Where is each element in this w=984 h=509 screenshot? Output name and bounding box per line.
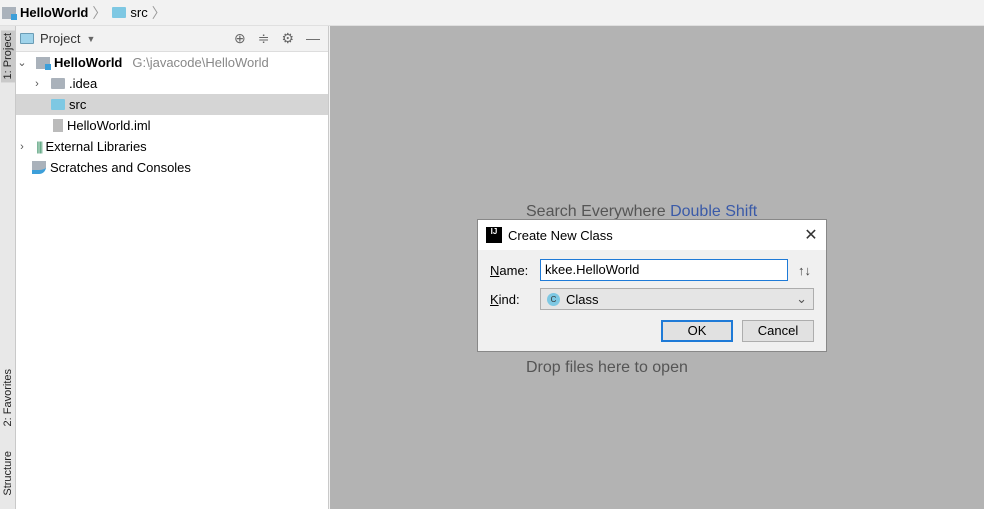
view-selector[interactable]: Project bbox=[40, 31, 80, 46]
breadcrumb-src[interactable]: src bbox=[110, 5, 148, 20]
chevron-down-icon[interactable]: ⌄ bbox=[16, 56, 28, 69]
tree-item-iml[interactable]: HelloWorld.iml bbox=[16, 115, 328, 136]
folder-icon bbox=[51, 99, 65, 110]
class-icon: C bbox=[547, 292, 560, 306]
name-row: Name: kkee.HelloWorld ↑↓ bbox=[490, 259, 811, 281]
drop-files-hint: Drop files here to open bbox=[526, 359, 688, 376]
project-panel-header: Project ▼ ⊕ ≑ ⚙ — bbox=[16, 26, 328, 52]
module-icon bbox=[2, 6, 17, 20]
tool-tab-structure[interactable]: Structure bbox=[1, 448, 15, 499]
tree-item-root[interactable]: ⌄ HelloWorld G:\javacode\HelloWorld bbox=[16, 52, 328, 73]
scratches-icon bbox=[32, 161, 46, 174]
locate-icon[interactable]: ⊕ bbox=[234, 30, 246, 47]
module-icon bbox=[36, 56, 51, 70]
chevron-right-icon[interactable]: › bbox=[31, 78, 43, 90]
kind-label: Kind: bbox=[490, 291, 520, 307]
tree-item-external-libraries[interactable]: › |||| External Libraries bbox=[16, 136, 328, 157]
minimize-icon[interactable]: — bbox=[306, 30, 320, 47]
create-new-class-dialog: IJ Create New Class ✕ Name: kkee.HelloWo… bbox=[477, 219, 827, 352]
project-panel: Project ▼ ⊕ ≑ ⚙ — ⌄ HelloWorld G:\javacode… bbox=[16, 26, 329, 509]
cancel-button[interactable]: Cancel bbox=[742, 320, 814, 342]
name-label: Name: bbox=[490, 262, 529, 278]
library-icon: |||| bbox=[36, 139, 43, 154]
ok-button[interactable]: OK bbox=[661, 320, 733, 342]
tool-window-strip: 1: Project 2: Favorites Structure bbox=[0, 26, 16, 509]
chevron-right-icon: 〉 bbox=[92, 4, 107, 21]
folder-icon bbox=[51, 78, 65, 89]
chevron-right-icon: 〉 bbox=[151, 4, 166, 21]
collapse-all-icon[interactable]: ≑ bbox=[258, 30, 270, 47]
name-input[interactable]: kkee.HelloWorld bbox=[540, 259, 788, 281]
tree-item-idea[interactable]: › .idea bbox=[16, 73, 328, 94]
dropdown-arrow-icon[interactable]: ▼ bbox=[86, 34, 95, 44]
tool-tab-project[interactable]: 1: Project bbox=[1, 30, 15, 83]
chevron-down-icon: ⌄ bbox=[796, 291, 807, 306]
file-icon bbox=[53, 119, 63, 132]
folder-icon bbox=[112, 7, 127, 18]
tool-tab-favorites[interactable]: 2: Favorites bbox=[1, 366, 15, 429]
breadcrumb-project[interactable]: HelloWorld bbox=[0, 5, 88, 20]
tree-item-scratches[interactable]: Scratches and Consoles bbox=[16, 157, 328, 178]
dialog-title-bar: IJ Create New Class ✕ bbox=[478, 220, 826, 250]
tree-item-src[interactable]: src bbox=[16, 94, 328, 115]
intellij-logo-icon: IJ bbox=[486, 227, 502, 243]
navigation-bar: HelloWorld 〉 src 〉 bbox=[0, 0, 984, 26]
kind-select[interactable]: C Class ⌄ bbox=[540, 288, 814, 310]
gear-icon[interactable]: ⚙ bbox=[281, 30, 294, 47]
chevron-right-icon[interactable]: › bbox=[16, 141, 28, 153]
kind-row: Kind: C Class ⌄ bbox=[490, 288, 814, 310]
project-view-icon bbox=[20, 33, 34, 44]
sort-arrows-icon[interactable]: ↑↓ bbox=[798, 263, 811, 278]
close-icon[interactable]: ✕ bbox=[796, 225, 826, 245]
